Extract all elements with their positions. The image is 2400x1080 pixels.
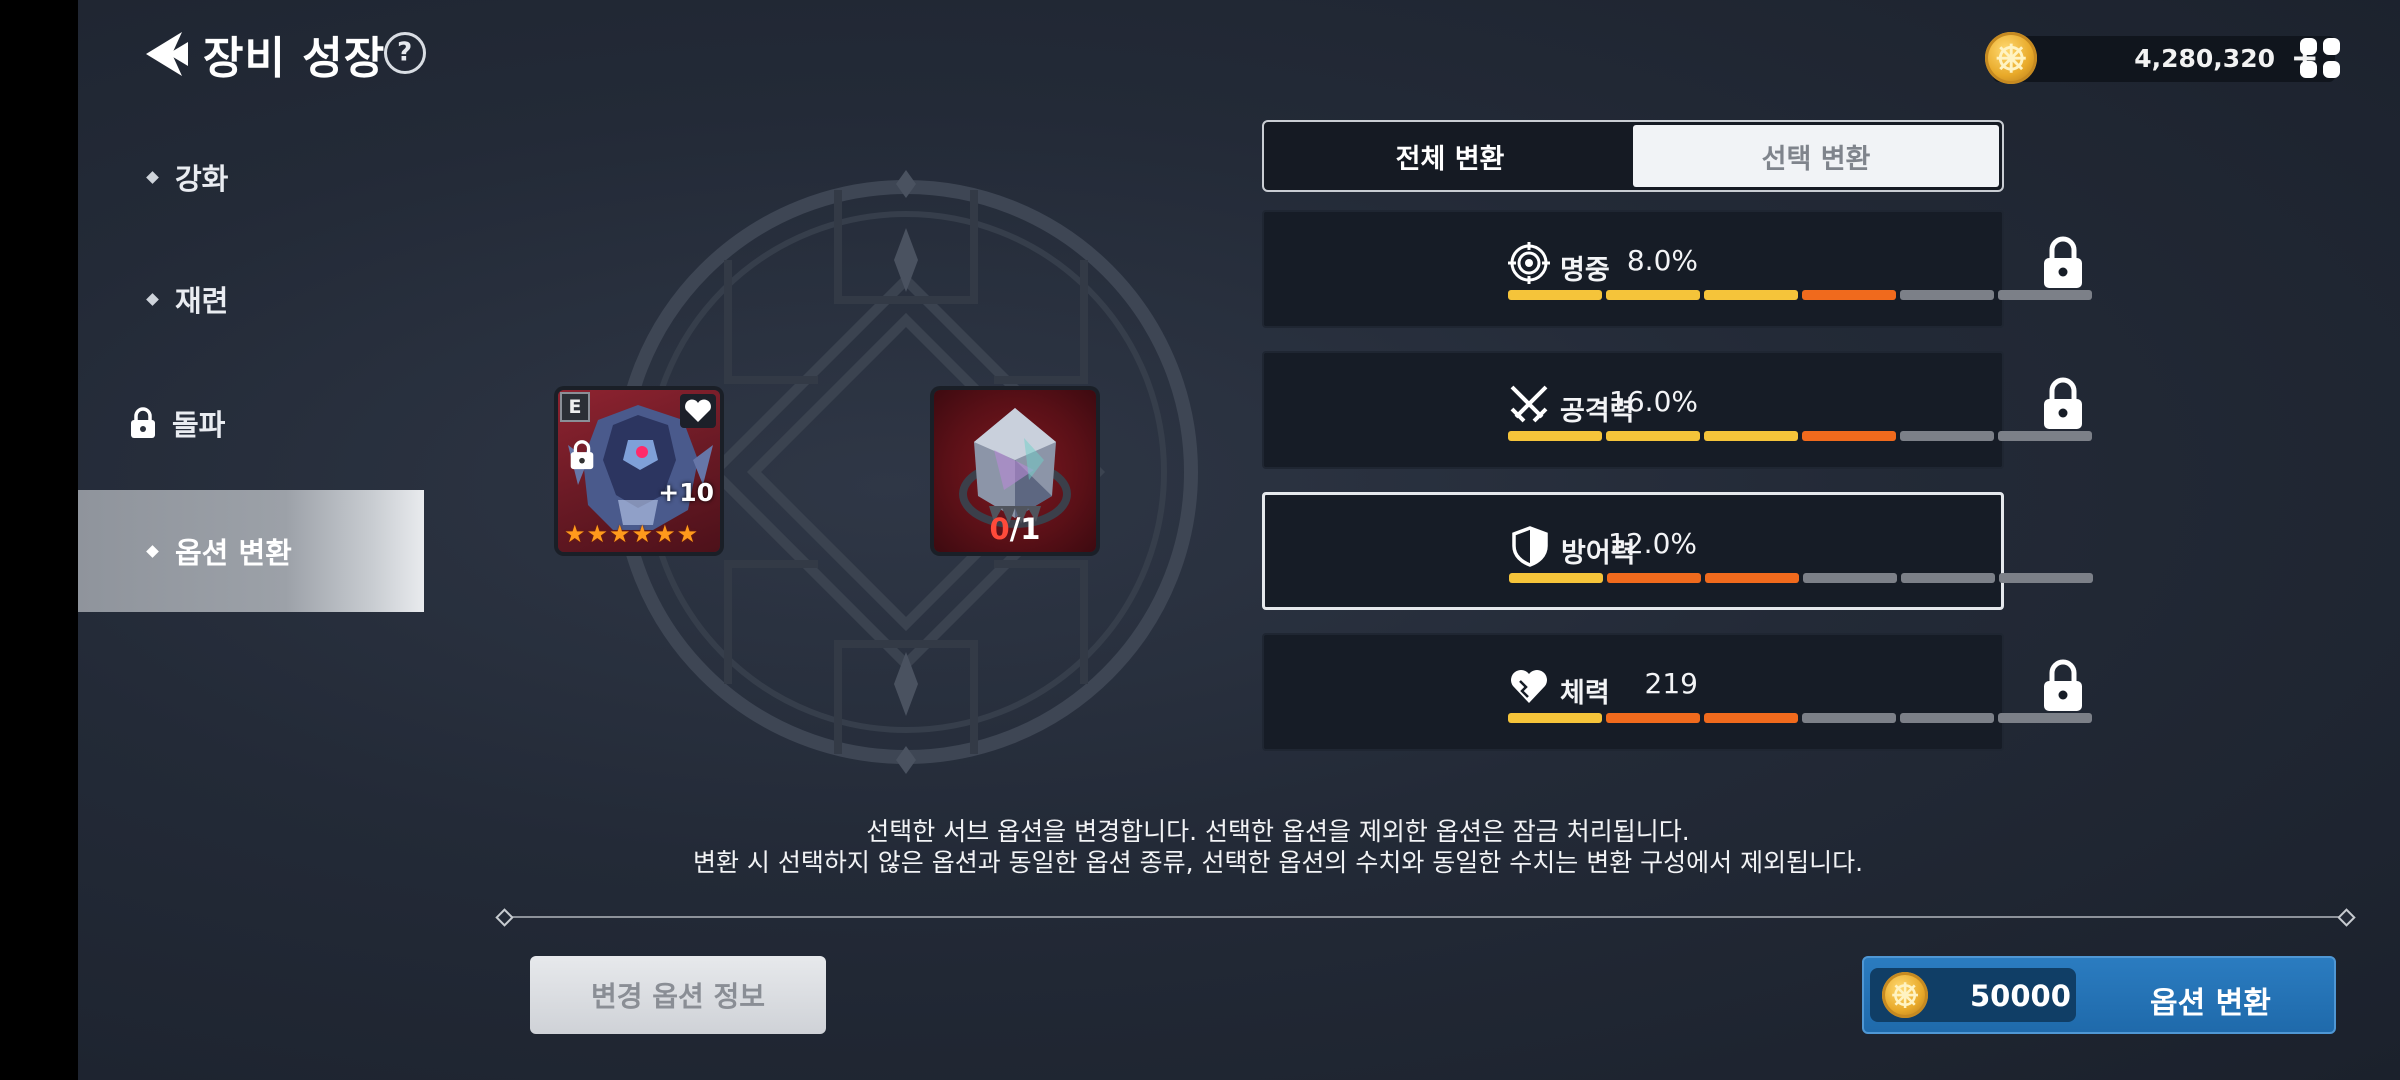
gold-coin-icon [1882,972,1928,1018]
grade-segment [1802,290,1896,300]
option-row-accuracy[interactable]: 명중 8.0% [1262,210,2092,328]
star-icon: ★ [586,520,609,548]
lock-icon [131,407,155,438]
equipment-growth-screen: 장비 성장 ? 4,280,320 + 강화 재련 돌파 옵션 변환 E +10… [78,0,2400,1080]
description-line: 선택한 서브 옵션을 변경합니다. 선택한 옵션을 제외한 옵션은 잠금 처리됩… [866,817,1690,846]
option-row-attack[interactable]: 공격력 16.0% [1262,351,2092,469]
sidebar-item-label: 강화 [175,162,229,196]
option-value: 16.0% [1609,385,1698,418]
option-lock-icon[interactable] [2040,657,2086,713]
grade-segment [1606,713,1700,723]
tab-convert-all[interactable]: 전체 변환 [1267,125,1633,187]
option-row-defense[interactable]: 방어력 12.0% [1262,492,2093,610]
grade-segment [1606,290,1700,300]
equipment-slot[interactable]: E +10 ★ ★ ★ ★ ★ ★ [558,390,720,552]
material-slot[interactable]: 0/1 [934,390,1096,552]
grade-segment [1802,713,1896,723]
grade-segment [1704,290,1798,300]
grade-segment [1705,573,1799,583]
tab-convert-selected[interactable]: 선택 변환 [1633,125,1999,187]
grade-segment [1999,573,2093,583]
sidebar-item-label: 돌파 [172,408,226,442]
option-info-button[interactable]: 변경 옵션 정보 [530,956,826,1034]
option-grade-bar [1508,713,2092,723]
favorite-heart-icon[interactable] [680,394,716,428]
crossed-swords-icon [1510,385,1548,423]
grade-segment [1606,431,1700,441]
grade-badge: E [560,392,590,422]
option-lock-icon[interactable] [2040,234,2086,290]
option-value: 8.0% [1626,244,1698,277]
option-value: 219 [1644,667,1698,700]
star-icon: ★ [564,520,586,548]
sidebar-item-refine[interactable]: 재련 [78,240,424,358]
grade-segment [1508,431,1602,441]
bullet-icon [146,170,159,184]
convert-label: 옵션 변환 [2150,986,2271,1021]
grade-segment [1803,573,1897,583]
star-icon: ★ [609,520,631,548]
shield-icon [1512,526,1548,567]
sidebar-item-label: 재련 [175,284,229,318]
sidebar-item-enhance[interactable]: 강화 [78,118,424,236]
sidebar-item-option-convert[interactable]: 옵션 변환 [78,490,424,612]
bullet-icon [146,292,159,306]
option-row-health[interactable]: 체력 219 [1262,633,2092,751]
target-icon [1508,242,1550,284]
enhance-level: +10 [658,478,714,507]
currency-amount: 4,280,320 [2134,44,2275,73]
divider-end-icon [495,908,514,927]
grade-segment [1998,290,2092,300]
option-lock-icon[interactable] [2040,375,2086,431]
cost-amount: 50000 [1970,979,2071,1013]
back-arrow-icon[interactable] [138,24,198,84]
page-title: 장비 성장 [203,33,386,84]
star-icon: ★ [676,520,699,548]
convert-mode-tabs: 전체 변환 선택 변환 [1262,120,2004,192]
grade-segment [1900,713,1994,723]
grade-segment [1998,431,2092,441]
description-text: 선택한 서브 옵션을 변경합니다. 선택한 옵션을 제외한 옵션은 잠금 처리됩… [478,816,2078,878]
grade-segment [1607,573,1701,583]
grade-segment [1900,290,1994,300]
sidebar-item-label: 옵션 변환 [175,536,292,570]
star-rating: ★ ★ ★ ★ ★ ★ [564,522,698,546]
option-grade-bar [1509,573,2093,583]
currency-display: 4,280,320 + [1985,32,2335,84]
grade-segment [1704,431,1798,441]
option-grade-bar [1508,290,2092,300]
option-name: 체력 [1560,678,1610,709]
grade-segment [1900,431,1994,441]
divider-end-icon [2337,908,2356,927]
material-count: 0/1 [989,512,1041,546]
grade-segment [1508,713,1602,723]
bullet-icon [146,544,159,558]
star-icon: ★ [654,520,676,548]
grade-segment [1998,713,2092,723]
divider [498,916,2348,918]
sidebar-item-breakthrough[interactable]: 돌파 [78,364,424,482]
cost-display: 50000 [1870,968,2076,1022]
option-name: 명중 [1560,255,1610,286]
gold-coin-icon [1985,32,2037,84]
grade-segment [1901,573,1995,583]
option-grade-bar [1508,431,2092,441]
menu-grid-icon[interactable] [2300,38,2340,78]
option-convert-button[interactable]: 50000 옵션 변환 [1862,956,2336,1034]
grade-segment [1509,573,1603,583]
item-lock-icon[interactable] [566,438,598,472]
option-value: 12.0% [1608,527,1697,560]
star-icon: ★ [631,520,654,548]
grade-segment [1704,713,1798,723]
grade-segment [1802,431,1896,441]
description-line: 변환 시 선택하지 않은 옵션과 동일한 옵션 종류, 선택한 옵션의 수치와 … [692,848,1864,877]
grade-segment [1508,290,1602,300]
heart-icon [1511,670,1547,703]
